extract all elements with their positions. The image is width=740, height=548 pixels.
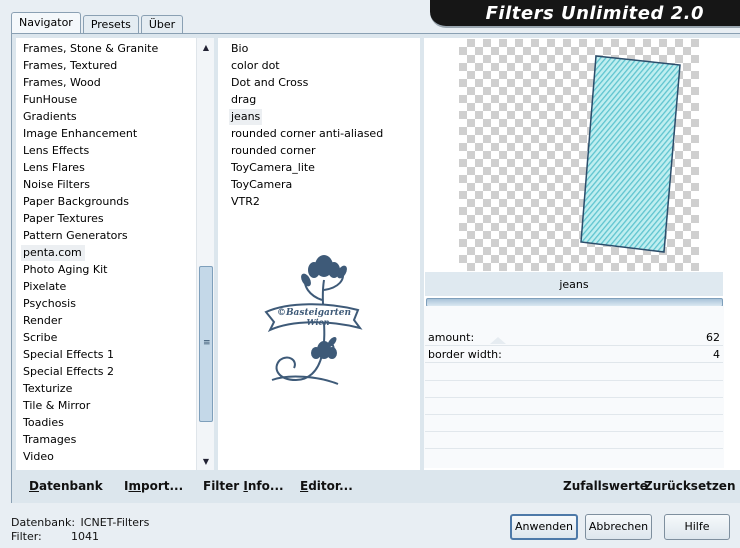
- param-divider: [425, 431, 723, 432]
- tab-navigator[interactable]: Navigator: [11, 12, 81, 33]
- category-item[interactable]: Special Effects 1: [23, 347, 114, 363]
- category-item[interactable]: Tramages: [23, 432, 76, 448]
- filter-item[interactable]: ToyCamera_lite: [231, 160, 315, 176]
- category-item[interactable]: Noise Filters: [23, 177, 90, 193]
- tab-bar: Navigator Presets Über: [11, 12, 185, 33]
- category-item[interactable]: Image Enhancement: [23, 126, 137, 142]
- category-item[interactable]: Paper Textures: [23, 211, 104, 227]
- title-banner: Filters Unlimited 2.0: [430, 0, 740, 28]
- scroll-thumb[interactable]: ≡: [199, 266, 213, 422]
- category-item[interactable]: Frames, Wood: [23, 75, 101, 91]
- apply-button[interactable]: Anwenden: [510, 514, 578, 540]
- category-list[interactable]: Frames, Stone & Granite Frames, Textured F…: [16, 38, 214, 470]
- filter-name-bar: jeans: [425, 272, 723, 296]
- param-row-amount[interactable]: amount: 62: [425, 330, 723, 346]
- filter-item[interactable]: Bio: [231, 41, 248, 57]
- datenbank-button[interactable]: Datenbank: [29, 479, 103, 493]
- filter-item[interactable]: rounded corner anti-aliased: [231, 126, 383, 142]
- param-divider: [425, 397, 723, 398]
- param-divider: [425, 380, 723, 381]
- category-item[interactable]: Photo Aging Kit: [23, 262, 107, 278]
- category-item[interactable]: Scribe: [23, 330, 57, 346]
- category-item[interactable]: Render: [23, 313, 62, 329]
- tab-presets[interactable]: Presets: [82, 15, 139, 33]
- category-item[interactable]: Psychosis: [23, 296, 76, 312]
- editor-button[interactable]: Editor...: [300, 479, 353, 493]
- import-button[interactable]: Import...: [124, 479, 183, 493]
- scroll-up-arrow-icon[interactable]: ▲: [197, 40, 215, 56]
- filter-info-button[interactable]: Filter Info...: [203, 479, 284, 493]
- help-button[interactable]: Hilfe: [664, 514, 730, 540]
- status-filter: Filter: 1041: [11, 530, 99, 543]
- filter-item[interactable]: color dot: [231, 58, 280, 74]
- status-database-label: Datenbank:: [11, 516, 76, 529]
- param-row-border-width[interactable]: border width: 4: [425, 347, 723, 363]
- category-item[interactable]: Pattern Generators: [23, 228, 128, 244]
- tab-about[interactable]: Über: [140, 15, 184, 33]
- filter-item[interactable]: jeans: [229, 109, 263, 125]
- app-title: Filters Unlimited 2.0: [485, 3, 704, 24]
- category-item[interactable]: penta.com: [21, 245, 85, 261]
- logo-text-line2: Wien: [307, 317, 330, 327]
- grip-icon: ≡: [203, 338, 211, 348]
- status-database-value: ICNET-Filters: [80, 516, 150, 529]
- category-item[interactable]: Paper Backgrounds: [23, 194, 129, 210]
- status-filter-value: 1041: [71, 530, 99, 543]
- category-item[interactable]: Texturize: [23, 381, 72, 397]
- category-item[interactable]: Lens Effects: [23, 143, 89, 159]
- cancel-button[interactable]: Abbrechen: [585, 514, 652, 540]
- category-item[interactable]: Pixelate: [23, 279, 66, 295]
- param-label-border-width: border width:: [428, 348, 502, 361]
- filter-item[interactable]: Dot and Cross: [231, 75, 308, 91]
- param-value-amount: 62: [706, 331, 720, 344]
- category-scrollbar[interactable]: ▲ ≡ ▼: [196, 38, 214, 470]
- filter-item[interactable]: drag: [231, 92, 256, 108]
- category-item[interactable]: Frames, Textured: [23, 58, 117, 74]
- param-value-border-width: 4: [713, 348, 720, 361]
- filter-item[interactable]: rounded corner: [231, 143, 316, 159]
- category-item[interactable]: Toadies: [23, 415, 64, 431]
- param-label-amount: amount:: [428, 331, 475, 344]
- preview-canvas[interactable]: [459, 39, 699, 271]
- status-filter-label: Filter:: [11, 530, 42, 543]
- param-divider: [425, 448, 723, 449]
- category-item[interactable]: FunHouse: [23, 92, 77, 108]
- reset-button[interactable]: Zurücksetzen: [644, 479, 735, 493]
- preview-image: [580, 55, 681, 253]
- randomize-button[interactable]: Zufallswerte: [563, 479, 648, 493]
- param-divider: [425, 414, 723, 415]
- filter-name-label: jeans: [559, 278, 589, 291]
- category-item[interactable]: Video: [23, 449, 54, 465]
- category-item[interactable]: Gradients: [23, 109, 77, 125]
- category-item[interactable]: Lens Flares: [23, 160, 85, 176]
- status-database: Datenbank: ICNET-Filters: [11, 516, 149, 529]
- scroll-down-arrow-icon[interactable]: ▼: [197, 454, 215, 470]
- filter-item[interactable]: VTR2: [231, 194, 260, 210]
- category-item[interactable]: Special Effects 2: [23, 364, 114, 380]
- category-item[interactable]: Frames, Stone & Granite: [23, 41, 158, 57]
- basteigarten-logo: ©Basteigarten Wien: [264, 255, 363, 385]
- category-item[interactable]: Tile & Mirror: [23, 398, 90, 414]
- filter-item[interactable]: ToyCamera: [231, 177, 292, 193]
